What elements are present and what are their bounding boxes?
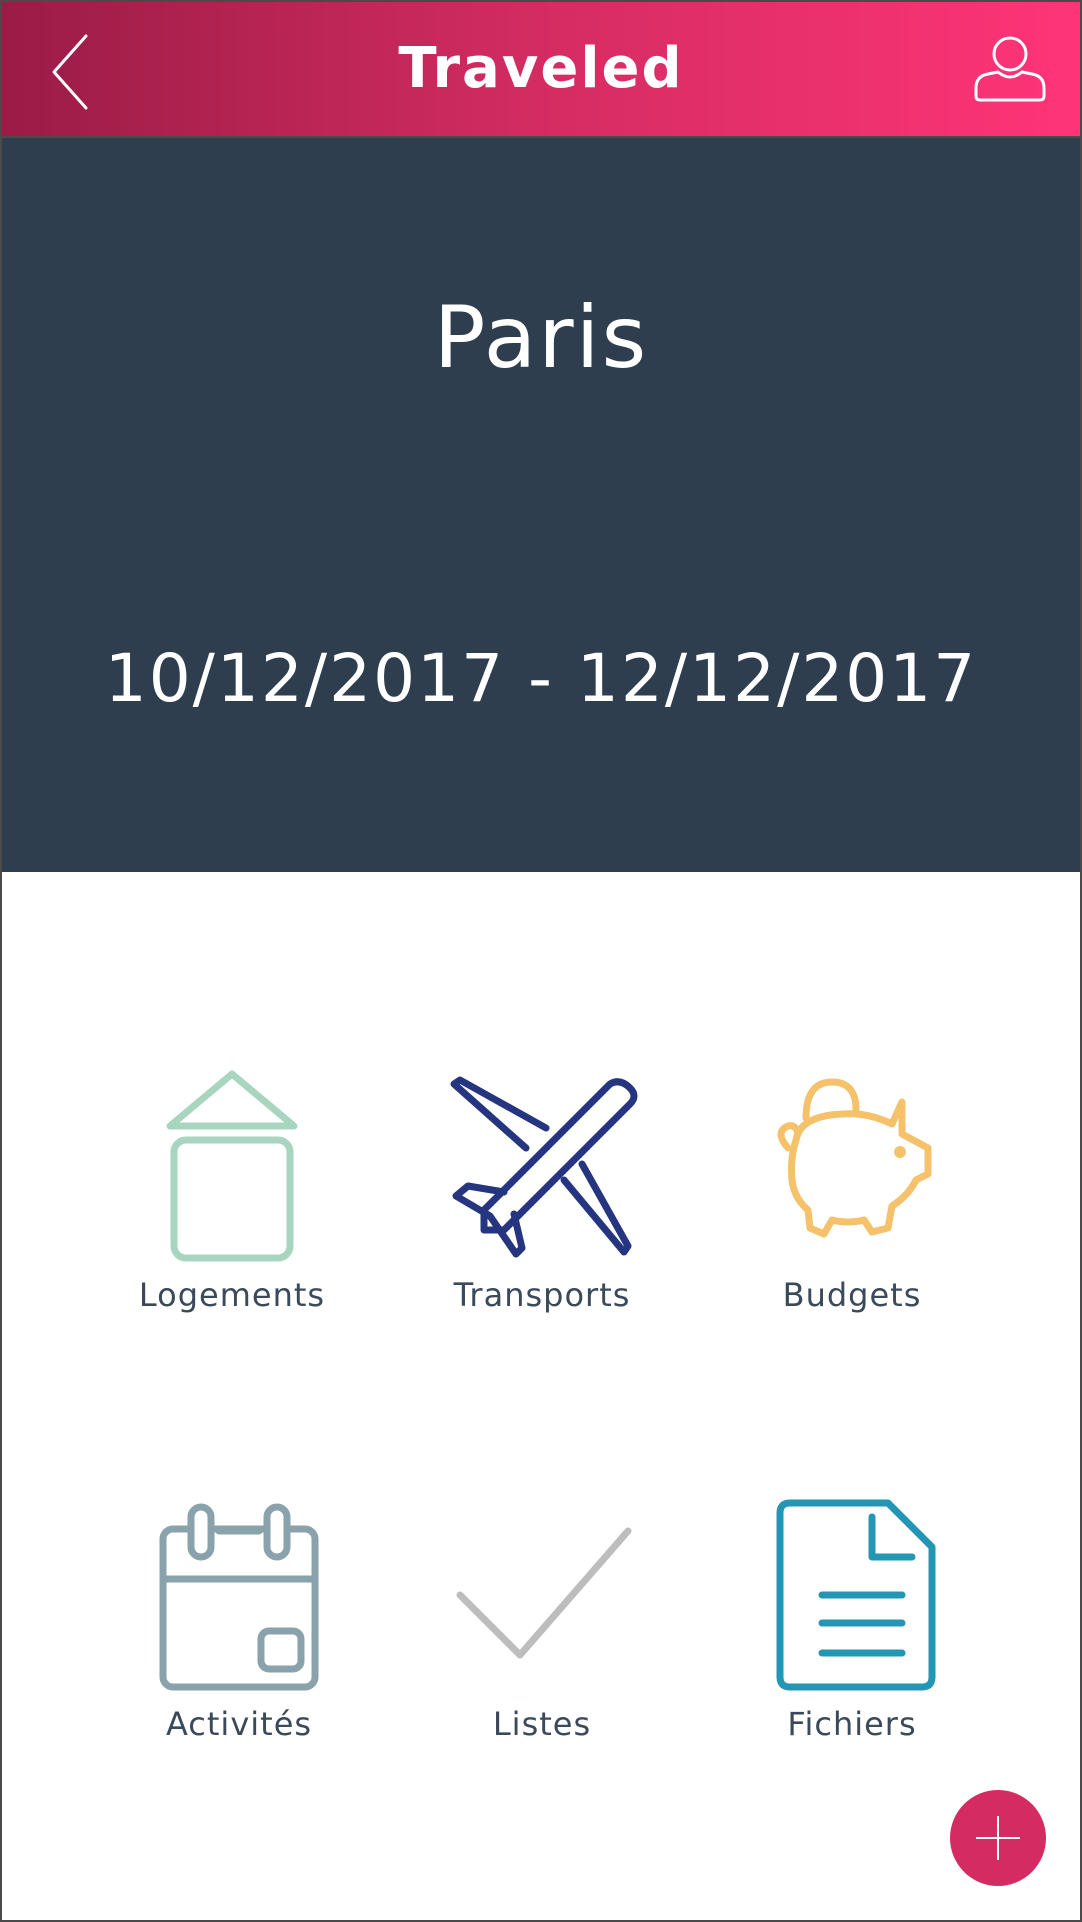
app-screen: Traveled Paris 10/12/2017 - 12/12/2017 L…	[0, 0, 1082, 1922]
calendar-icon	[159, 1503, 319, 1691]
document-icon	[776, 1499, 936, 1691]
app-title: Traveled	[398, 36, 684, 101]
category-transports[interactable]: Transports	[397, 1070, 687, 1314]
category-budgets[interactable]: Budgets	[707, 1070, 997, 1314]
trip-hero: Paris 10/12/2017 - 12/12/2017	[2, 138, 1080, 872]
user-icon	[974, 36, 1046, 102]
category-label: Budgets	[782, 1276, 922, 1314]
airplane-icon	[450, 1076, 638, 1258]
checkmark-icon	[456, 1527, 632, 1659]
profile-button[interactable]	[970, 34, 1050, 104]
add-button[interactable]	[950, 1790, 1046, 1886]
trip-dates: 10/12/2017 - 12/12/2017	[104, 640, 978, 717]
piggy-bank-icon	[777, 1078, 932, 1238]
category-label: Activités	[165, 1705, 313, 1743]
category-listes[interactable]: Listes	[397, 1499, 687, 1743]
category-label: Transports	[453, 1276, 631, 1314]
category-label: Listes	[492, 1705, 592, 1743]
category-fichiers[interactable]: Fichiers	[707, 1499, 997, 1743]
category-logements[interactable]: Logements	[87, 1070, 377, 1314]
plus-icon	[976, 1816, 1020, 1860]
house-icon	[166, 1070, 298, 1262]
top-bar: Traveled	[2, 2, 1080, 138]
category-activites[interactable]: Activités	[94, 1499, 384, 1743]
category-label: Logements	[138, 1276, 326, 1314]
trip-city: Paris	[433, 288, 649, 388]
category-label: Fichiers	[787, 1705, 917, 1743]
